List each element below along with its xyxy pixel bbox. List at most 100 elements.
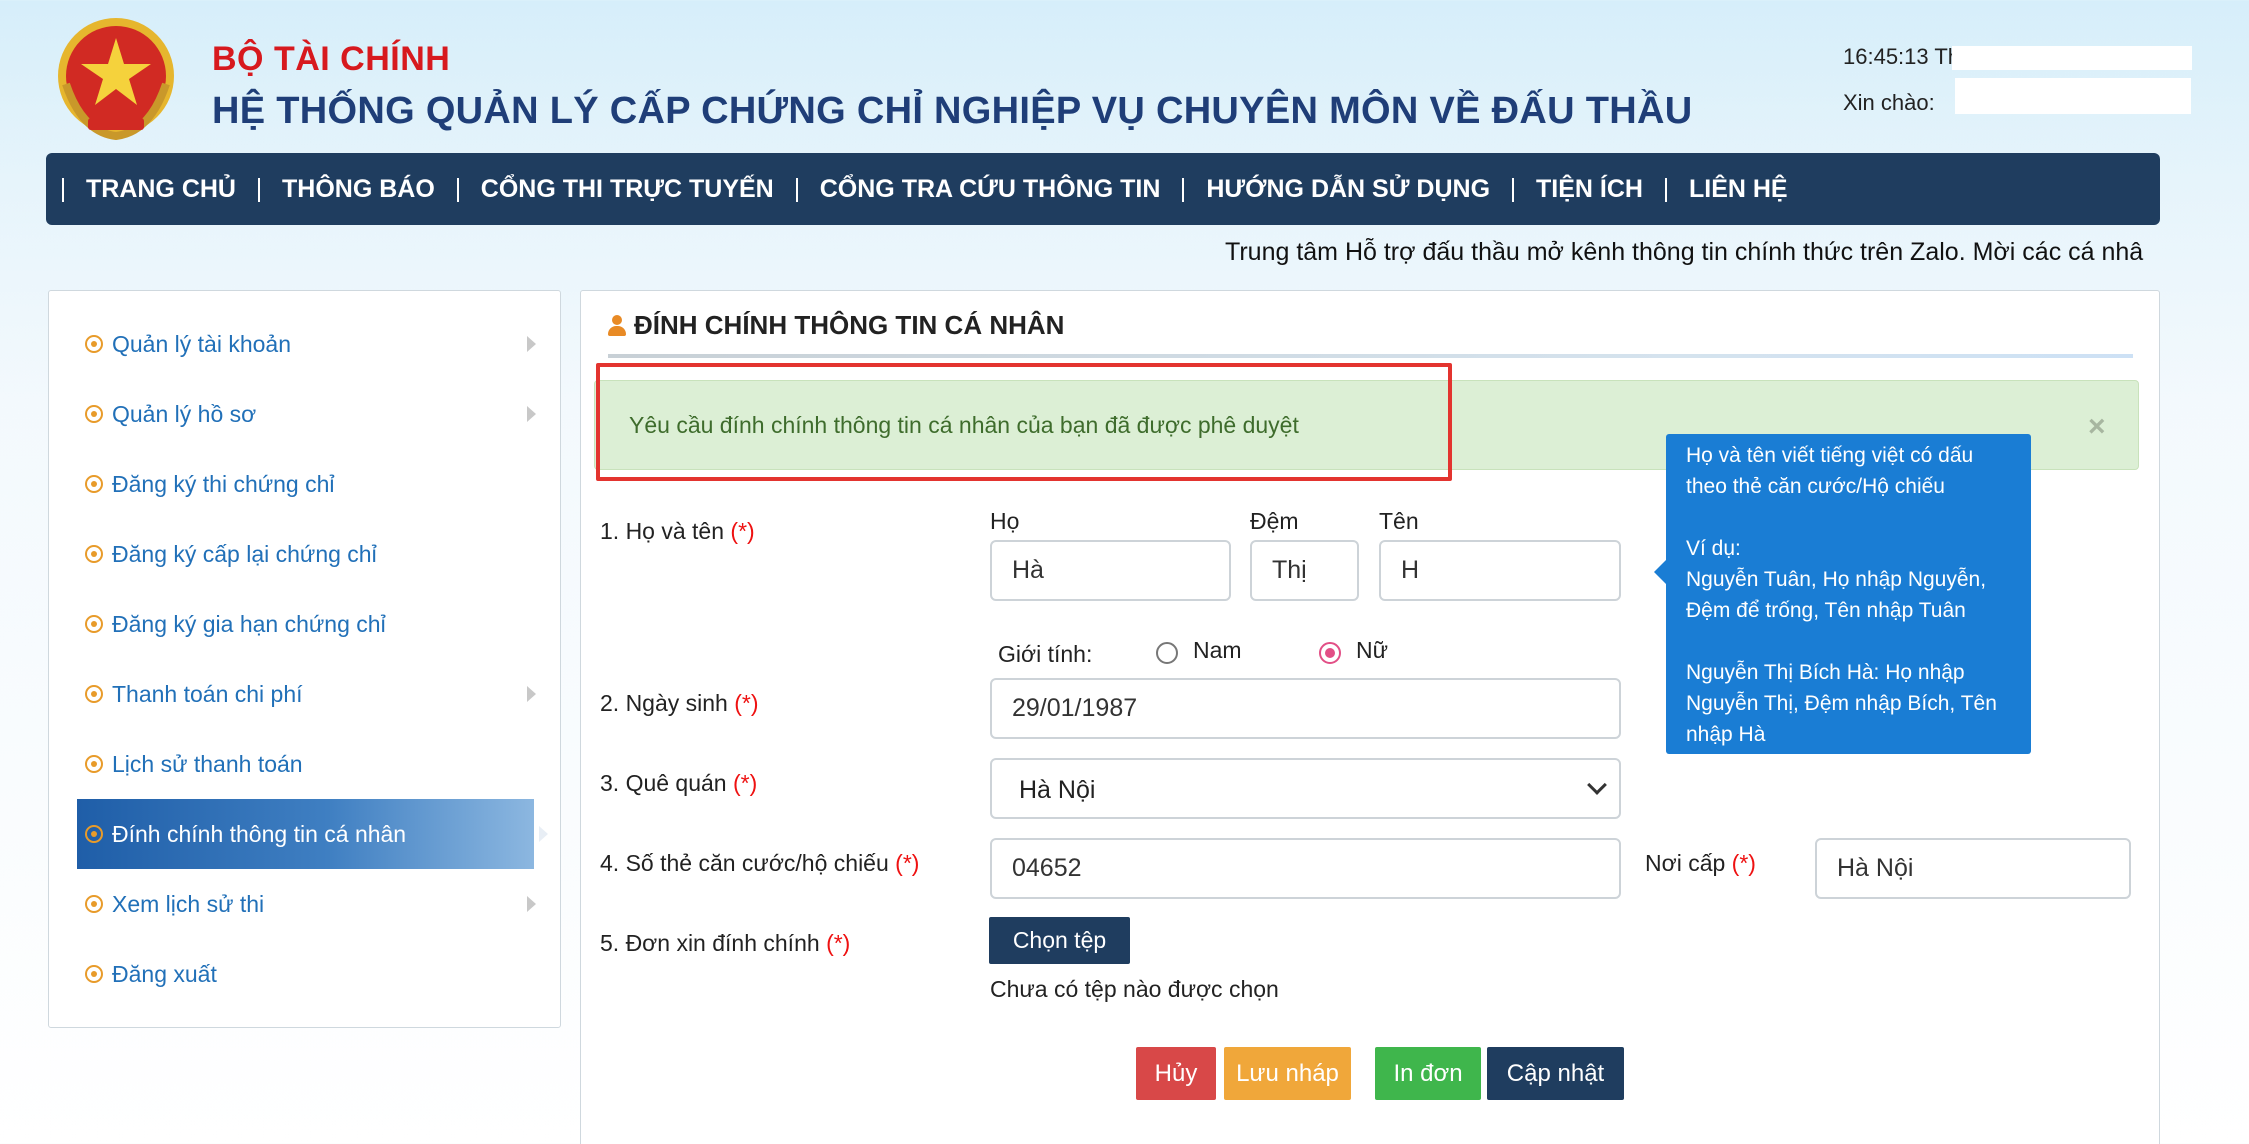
sidebar-item-label: Xem lịch sử thi: [112, 890, 265, 917]
sidebar-item-logout[interactable]: Đăng xuất: [77, 939, 534, 1009]
user-icon: [608, 314, 626, 337]
ministry-name: BỘ TÀI CHÍNH: [212, 40, 451, 78]
sidebar-item-label: Đính chính thông tin cá nhân: [112, 820, 407, 847]
sidebar-item-label: Thanh toán chi phí: [112, 680, 303, 707]
print-button[interactable]: In đơn: [1375, 1047, 1481, 1100]
nav-online-exam-label: CỔNG THI TRỰC TUYẾN: [480, 174, 774, 203]
chevron-right-icon: [527, 686, 536, 702]
chevron-right-icon: [527, 406, 536, 422]
id-number-input[interactable]: 04652: [990, 838, 1621, 899]
issue-place-label: Nơi cấp (*): [1645, 850, 1756, 877]
nav-utilities-label: TIỆN ÍCH: [1536, 174, 1643, 203]
sidebar-item-payment[interactable]: Thanh toán chi phí: [77, 659, 536, 729]
hometown-label-text: 3. Quê quán: [600, 770, 727, 796]
nav-home[interactable]: TRANG CHỦ: [62, 175, 258, 204]
dob-label: 2. Ngày sinh (*): [600, 690, 759, 717]
required-mark: (*): [1731, 850, 1756, 876]
chevron-right-icon: [539, 826, 548, 842]
gender-female-radio[interactable]: [1319, 642, 1341, 664]
bullet-icon: [85, 685, 103, 703]
id-number-label-text: 4. Số thẻ căn cước/hộ chiếu: [600, 850, 889, 876]
sidebar-item-label: Quản lý tài khoản: [112, 330, 292, 357]
sidebar-item-label: Lịch sử thanh toán: [112, 750, 303, 777]
gender-label: Giới tính:: [998, 641, 1093, 667]
dob-input[interactable]: 29/01/1987: [990, 678, 1621, 739]
name-label-text: 1. Họ và tên: [600, 518, 725, 544]
national-emblem-logo: [58, 18, 174, 141]
nav-announcements[interactable]: THÔNG BÁO: [258, 175, 457, 204]
given-name-input[interactable]: H: [1379, 540, 1621, 601]
nav-contact[interactable]: LIÊN HỆ: [1664, 175, 1810, 204]
sidebar-item-label: Đăng ký gia hạn chứng chỉ: [112, 610, 386, 637]
bullet-icon: [85, 545, 103, 563]
surname-label: Họ: [990, 508, 1020, 534]
save-draft-button[interactable]: Lưu nháp: [1224, 1047, 1351, 1100]
chevron-right-icon: [527, 896, 536, 912]
sidebar-menu: Quản lý tài khoản Quản lý hồ sơ Đăng ký …: [48, 290, 561, 1028]
name-label: 1. Họ và tên (*): [600, 518, 755, 545]
sidebar-item-label: Đăng xuất: [112, 960, 217, 987]
choose-file-button[interactable]: Chọn tệp: [989, 917, 1130, 964]
nav-user-guide-label: HƯỚNG DẪN SỬ DỤNG: [1206, 174, 1491, 203]
annotation-highlight: [596, 363, 1452, 481]
update-button[interactable]: Cập nhật: [1487, 1047, 1624, 1100]
page-title: ĐÍNH CHÍNH THÔNG TIN CÁ NHÂN: [608, 310, 1064, 341]
redacted-date: [1952, 46, 2192, 70]
greeting-label: Xin chào:: [1843, 90, 1935, 115]
hometown-label: 3. Quê quán (*): [600, 770, 757, 797]
required-mark: (*): [733, 770, 758, 796]
system-title: HỆ THỐNG QUẢN LÝ CẤP CHỨNG CHỈ NGHIỆP VỤ…: [212, 90, 1693, 132]
issue-place-label-text: Nơi cấp: [1645, 850, 1726, 876]
chevron-right-icon: [527, 336, 536, 352]
sidebar-item-label: Quản lý hồ sơ: [112, 400, 257, 427]
bullet-icon: [85, 405, 103, 423]
main-navbar: TRANG CHỦ THÔNG BÁO CỔNG THI TRỰC TUYẾN …: [46, 153, 2160, 225]
sidebar-item-extend[interactable]: Đăng ký gia hạn chứng chỉ: [77, 589, 534, 659]
bullet-icon: [85, 615, 103, 633]
bullet-icon: [85, 895, 103, 913]
nav-lookup-label: CỔNG TRA CỨU THÔNG TIN: [819, 174, 1161, 203]
close-icon[interactable]: ×: [2088, 412, 2106, 442]
nav-lookup[interactable]: CỔNG TRA CỨU THÔNG TIN: [795, 174, 1183, 204]
required-mark: (*): [826, 930, 851, 956]
bullet-icon: [85, 825, 103, 843]
bullet-icon: [85, 755, 103, 773]
nav-announcements-label: THÔNG BÁO: [282, 174, 435, 203]
id-number-label: 4. Số thẻ căn cước/hộ chiếu (*): [600, 850, 919, 877]
news-marquee[interactable]: Trung tâm Hỗ trợ đấu thầu mở kênh thông …: [1225, 238, 2162, 267]
sidebar-item-register-exam[interactable]: Đăng ký thi chứng chỉ: [77, 449, 534, 519]
sidebar-item-profile[interactable]: Quản lý hồ sơ: [77, 379, 536, 449]
bullet-icon: [85, 335, 103, 353]
document-label-text: 5. Đơn xin đính chính: [600, 930, 820, 956]
gender-female-label[interactable]: Nữ: [1356, 637, 1388, 664]
required-mark: (*): [734, 690, 759, 716]
sidebar-item-label: Đăng ký thi chứng chỉ: [112, 470, 335, 497]
name-help-tooltip: Họ và tên viết tiếng việt có dấu theo th…: [1666, 434, 2031, 754]
sidebar-item-account[interactable]: Quản lý tài khoản: [77, 309, 536, 379]
hometown-selected-value: Hà Nội: [1019, 776, 1096, 804]
required-mark: (*): [895, 850, 920, 876]
tooltip-pointer: [1654, 560, 1666, 584]
cancel-button[interactable]: Hủy: [1136, 1047, 1216, 1100]
bullet-icon: [85, 965, 103, 983]
sidebar-item-label: Đăng ký cấp lại chứng chỉ: [112, 540, 377, 567]
nav-online-exam[interactable]: CỔNG THI TRỰC TUYẾN: [456, 174, 796, 204]
given-name-label: Tên: [1379, 508, 1419, 534]
surname-input[interactable]: Hà: [990, 540, 1231, 601]
nav-user-guide[interactable]: HƯỚNG DẪN SỬ DỤNG: [1182, 175, 1512, 204]
middle-name-input[interactable]: Thị: [1250, 540, 1359, 601]
nav-utilities[interactable]: TIỆN ÍCH: [1512, 175, 1665, 204]
nav-home-label: TRANG CHỦ: [86, 174, 236, 203]
sidebar-item-exam-history[interactable]: Xem lịch sử thi: [77, 869, 536, 939]
page-title-text: ĐÍNH CHÍNH THÔNG TIN CÁ NHÂN: [634, 310, 1065, 340]
document-label: 5. Đơn xin đính chính (*): [600, 930, 850, 957]
clock-datetime: 16:45:13 Th: [1843, 44, 1961, 69]
bullet-icon: [85, 475, 103, 493]
sidebar-item-correct-info[interactable]: Đính chính thông tin cá nhân: [77, 799, 548, 869]
gender-male-radio[interactable]: [1156, 642, 1178, 664]
gender-male-label[interactable]: Nam: [1193, 637, 1242, 664]
issue-place-input[interactable]: Hà Nội: [1815, 838, 2131, 899]
sidebar-item-payment-history[interactable]: Lịch sử thanh toán: [77, 729, 534, 799]
title-divider: [608, 354, 2133, 358]
sidebar-item-reissue[interactable]: Đăng ký cấp lại chứng chỉ: [77, 519, 534, 589]
